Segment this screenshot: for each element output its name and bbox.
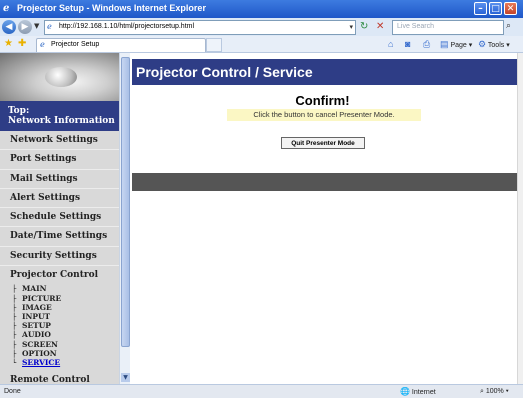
sidebar-subitem-setup[interactable]: ├ SETUP: [0, 321, 119, 330]
window-title: Projector Setup - Windows Internet Explo…: [17, 3, 206, 13]
sidebar-subitem-main[interactable]: ├ MAIN: [0, 284, 119, 293]
favorites-star-icon[interactable]: ★: [4, 38, 13, 49]
feeds-icon: ◙: [405, 39, 411, 49]
tools-menu-button[interactable]: ⚙ Tools ▾: [478, 39, 510, 50]
sidebar-subitem-input[interactable]: ├ INPUT: [0, 312, 119, 321]
sidebar-item-mail-settings[interactable]: Mail Settings: [0, 170, 119, 189]
search-icon[interactable]: ⌕: [506, 21, 511, 31]
back-button[interactable]: ◀: [2, 20, 16, 34]
sidebar-item-alert-settings[interactable]: Alert Settings: [0, 189, 119, 209]
page-menu-label: Page: [450, 42, 467, 49]
tree-branch-icon: ├: [12, 302, 17, 312]
history-dropdown-icon[interactable]: ▼: [34, 22, 39, 30]
page-scrollbar[interactable]: [517, 53, 523, 384]
sidebar-subitem-screen[interactable]: ├ SCREEN: [0, 340, 119, 349]
refresh-icon[interactable]: ↻: [360, 21, 368, 32]
search-placeholder: Live Search: [397, 23, 434, 30]
sidebar-subitem-service[interactable]: └ SERVICE: [0, 358, 119, 367]
page-menu-icon: ▤: [440, 39, 449, 49]
page-icon: ℯ: [47, 22, 52, 31]
sidebar: Top: Network Information Network Setting…: [0, 53, 130, 384]
printer-icon: ⎙: [423, 39, 431, 49]
sidebar-subitem-image[interactable]: ├ IMAGE: [0, 303, 119, 312]
sidebar-item-network-settings[interactable]: Network Settings: [0, 131, 119, 151]
magnifier-icon: ⌕: [480, 388, 484, 395]
status-bar: Done 🌐 Internet ⌕ 100% ▾: [0, 384, 523, 398]
quit-presenter-mode-button[interactable]: Quit Presenter Mode: [281, 137, 365, 149]
home-button[interactable]: ⌂: [388, 39, 393, 49]
sidebar-item-port-settings[interactable]: Port Settings: [0, 150, 119, 170]
home-icon: ⌂: [388, 39, 394, 49]
tab-bar: ★ ✚ ℯ Projector Setup ⌂ ◙ ⎙ ▤ Page ▾ ⚙ T…: [0, 36, 523, 53]
chevron-down-icon[interactable]: ▾: [349, 23, 353, 31]
sidebar-top-label: Top:: [8, 106, 30, 116]
page-title: Projector Control / Service: [132, 59, 517, 85]
main-content: Projector Control / Service Confirm! Cli…: [130, 53, 517, 384]
stop-icon[interactable]: ✕: [376, 21, 384, 32]
tab-label: Projector Setup: [51, 41, 100, 48]
tab-projector-setup[interactable]: ℯ Projector Setup: [36, 38, 206, 52]
window-title-bar: ℯ Projector Setup - Windows Internet Exp…: [0, 0, 523, 18]
sidebar-item-top-network-information[interactable]: Top: Network Information: [0, 101, 119, 131]
sidebar-item-security-settings[interactable]: Security Settings: [0, 247, 119, 267]
page-menu-button[interactable]: ▤ Page ▾: [440, 39, 472, 50]
sidebar-scrollbar-thumb[interactable]: [121, 57, 130, 347]
confirm-heading: Confirm!: [295, 93, 350, 108]
forward-button[interactable]: ▶: [18, 20, 32, 34]
sidebar-item-date-time-settings[interactable]: Date/Time Settings: [0, 227, 119, 247]
tree-branch-icon: ├: [12, 311, 17, 321]
tools-menu-label: Tools: [487, 42, 505, 49]
tree-end-icon: └: [12, 357, 17, 367]
projector-header-image: [0, 53, 130, 101]
sidebar-item-remote-control[interactable]: Remote Control: [0, 371, 119, 384]
sidebar-subitem-option[interactable]: ├ OPTION: [0, 349, 119, 358]
sidebar-top-sublabel: Network Information: [8, 116, 115, 126]
sidebar-item-schedule-settings[interactable]: Schedule Settings: [0, 208, 119, 228]
tree-branch-icon: ├: [12, 330, 17, 340]
address-field[interactable]: ℯ http://192.168.1.10/html/projectorsetu…: [44, 20, 356, 35]
sidebar-item-projector-control[interactable]: Projector Control: [0, 266, 119, 284]
internet-explorer-icon: ℯ: [3, 3, 10, 14]
tree-branch-icon: ├: [12, 284, 17, 294]
add-favorites-icon[interactable]: ✚: [18, 38, 26, 49]
tree-branch-icon: ├: [12, 321, 17, 331]
url-text[interactable]: http://192.168.1.10/html/projectorsetup.…: [59, 23, 194, 30]
search-input[interactable]: Live Search: [392, 20, 504, 35]
minimize-button[interactable]: –: [474, 2, 487, 15]
security-zone[interactable]: 🌐 Internet: [400, 387, 436, 396]
tree-branch-icon: ├: [12, 348, 17, 358]
print-button[interactable]: ⎙: [423, 39, 430, 50]
tab-page-icon: ℯ: [40, 40, 45, 49]
confirm-message: Click the button to cancel Presenter Mod…: [227, 109, 421, 121]
maximize-button[interactable]: □: [489, 2, 502, 15]
zone-label: Internet: [411, 389, 436, 396]
sidebar-nav: Network Settings Port Settings Mail Sett…: [0, 131, 119, 384]
footer-divider-bar: [132, 173, 517, 191]
close-button[interactable]: ✕: [504, 2, 517, 15]
gear-icon: ⚙: [478, 39, 487, 49]
feeds-button[interactable]: ◙: [405, 39, 410, 49]
zoom-label: 100%: [485, 388, 504, 395]
projector-lens-graphic: [45, 67, 77, 87]
tree-branch-icon: ├: [12, 293, 17, 303]
globe-icon: 🌐: [400, 387, 410, 396]
scroll-down-icon[interactable]: ▼: [121, 373, 130, 382]
status-text: Done: [4, 388, 21, 395]
sidebar-subitem-audio[interactable]: ├ AUDIO: [0, 330, 119, 339]
sidebar-subitem-picture[interactable]: ├ PICTURE: [0, 294, 119, 303]
address-toolbar: ◀ ▶ ▼ ℯ http://192.168.1.10/html/project…: [0, 18, 523, 37]
tree-branch-icon: ├: [12, 339, 17, 349]
new-tab-button[interactable]: [206, 38, 222, 52]
zoom-level[interactable]: ⌕ 100% ▾: [480, 388, 509, 396]
